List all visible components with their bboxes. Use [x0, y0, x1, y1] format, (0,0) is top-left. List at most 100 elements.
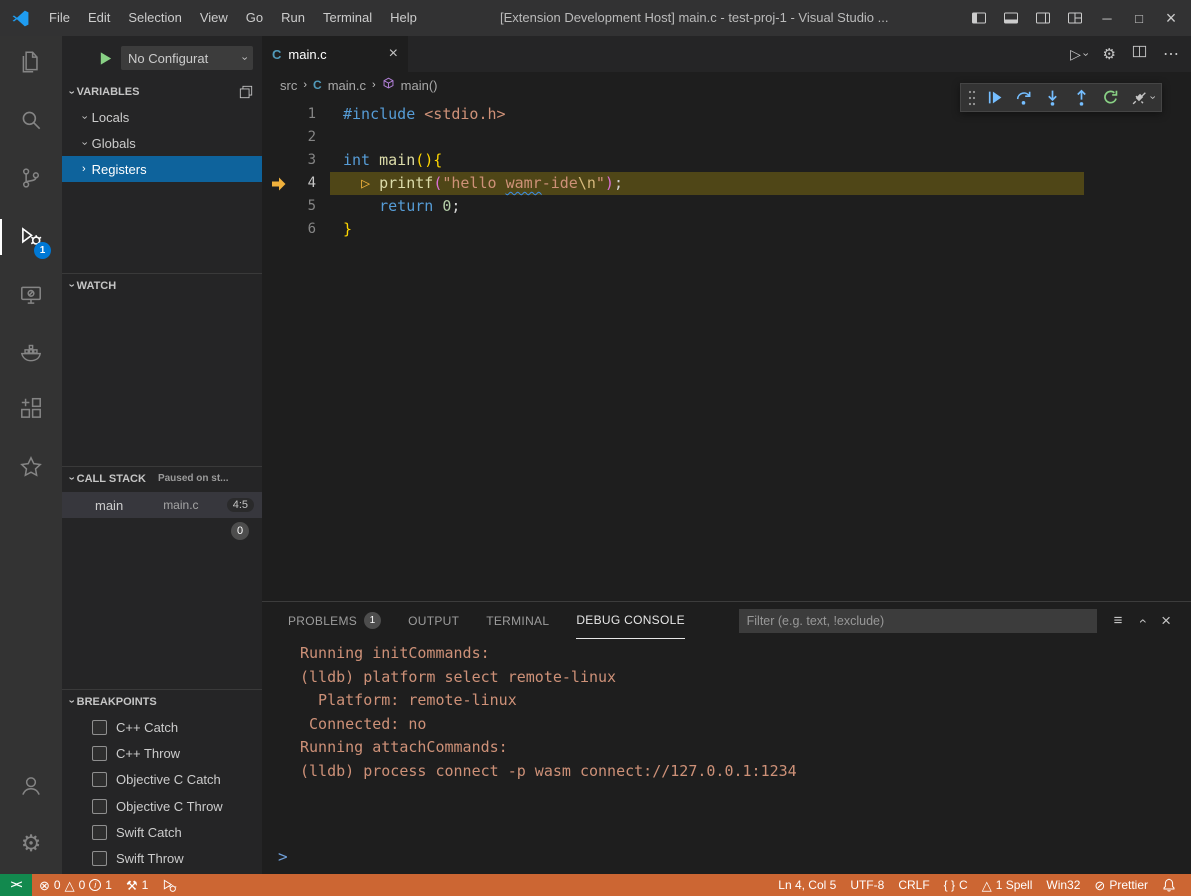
stack-frame-row[interactable]: main main.c 4:5 — [62, 492, 262, 518]
step-into-button[interactable] — [1038, 84, 1067, 111]
breakpoint-glyph-margin[interactable] — [262, 103, 296, 126]
tab-debug-console[interactable]: DEBUG CONSOLE — [576, 603, 685, 639]
debug-session-dropdown-icon[interactable]: › — [1146, 96, 1157, 100]
maximize-panel-icon[interactable]: › — [1135, 618, 1149, 623]
encoding-status[interactable]: UTF-8 — [843, 874, 891, 896]
menu-terminal[interactable]: Terminal — [314, 0, 381, 36]
activity-explorer[interactable] — [0, 38, 62, 86]
breakpoint-glyph-margin[interactable] — [262, 126, 296, 149]
variables-item-registers[interactable]: › Registers — [62, 156, 262, 182]
debug-console-prompt[interactable]: > — [278, 847, 288, 866]
menu-view[interactable]: View — [191, 0, 237, 36]
activity-extensions[interactable] — [0, 385, 62, 433]
breakpoint-item[interactable]: C++ Throw — [62, 740, 262, 766]
breakpoint-item[interactable]: Swift Throw — [62, 845, 262, 871]
breadcrumb-symbol[interactable]: main() — [401, 78, 438, 93]
language-mode[interactable]: { } C — [937, 874, 975, 896]
variables-item-locals[interactable]: › Locals — [62, 104, 262, 130]
code-text[interactable]: } — [316, 218, 352, 241]
menu-help[interactable]: Help — [381, 0, 426, 36]
variables-view-action-icon[interactable] — [239, 85, 253, 99]
code-line-2: 2 — [262, 126, 1191, 149]
problems-status[interactable]: ⊗ 0 △ 0 i 1 — [32, 874, 119, 896]
code-text[interactable]: #include <stdio.h> — [316, 103, 506, 126]
split-editor-icon[interactable] — [1132, 44, 1147, 64]
run-or-debug-button[interactable]: ▷ › — [1070, 46, 1086, 63]
tab-close-icon[interactable]: × — [389, 46, 398, 62]
breakpoints-section-header[interactable]: › BREAKPOINTS — [62, 689, 262, 713]
breakpoint-item[interactable]: Objective C Catch — [62, 767, 262, 793]
filter-icon[interactable]: ≡ — [1114, 613, 1123, 628]
breakpoint-glyph-margin[interactable] — [262, 195, 296, 218]
debug-config-dropdown[interactable]: No Configurat › — [121, 46, 253, 70]
tab-problems[interactable]: PROBLEMS 1 — [288, 603, 381, 639]
variables-section-header[interactable]: › VARIABLES — [62, 80, 262, 104]
breakpoint-glyph-margin[interactable] — [262, 149, 296, 172]
console-filter-input[interactable] — [739, 609, 1097, 633]
toolchain-status[interactable]: ⚒ 1 — [119, 874, 155, 896]
maximize-button[interactable]: □ — [1123, 0, 1155, 36]
close-button[interactable]: × — [1155, 0, 1187, 36]
drag-handle-icon[interactable] — [966, 89, 978, 107]
menu-run[interactable]: Run — [272, 0, 314, 36]
menu-selection[interactable]: Selection — [119, 0, 190, 36]
eol-status[interactable]: CRLF — [891, 874, 936, 896]
tab-output[interactable]: OUTPUT — [408, 603, 459, 639]
code-text[interactable]: ▷ printf("hello wamr-ide\n"); — [316, 172, 623, 195]
breakpoint-checkbox[interactable] — [92, 772, 107, 787]
activity-settings[interactable]: ⚙ — [0, 819, 62, 867]
code-line-3: 3int main(){ — [262, 149, 1191, 172]
breakpoint-checkbox[interactable] — [92, 851, 107, 866]
minimize-button[interactable]: ─ — [1091, 0, 1123, 36]
tab-main-c[interactable]: C main.c × — [262, 36, 408, 72]
cursor-position[interactable]: Ln 4, Col 5 — [771, 874, 843, 896]
spell-checker-status[interactable]: △ 1 Spell — [975, 874, 1040, 896]
breakpoint-item[interactable]: C++ Catch — [62, 714, 262, 740]
code-text[interactable]: return 0; — [316, 195, 460, 218]
restart-button[interactable] — [1096, 84, 1125, 111]
code-editor[interactable]: 1#include <stdio.h>23int main(){4 ▷ prin… — [262, 98, 1191, 241]
watch-section-header[interactable]: › WATCH — [62, 273, 262, 297]
debug-status[interactable] — [155, 874, 184, 896]
notifications-bell[interactable] — [1155, 874, 1183, 896]
tab-terminal[interactable]: TERMINAL — [486, 603, 549, 639]
breakpoint-item[interactable]: Objective C Throw — [62, 793, 262, 819]
debug-stackframe-arrow-icon[interactable] — [262, 172, 296, 195]
customize-layout-icon[interactable] — [1059, 0, 1091, 36]
breakpoint-checkbox[interactable] — [92, 799, 107, 814]
start-debugging-icon[interactable] — [98, 51, 113, 66]
editor-settings-gear-icon[interactable]: ⚙ — [1103, 45, 1116, 63]
breakpoint-item[interactable]: Swift Catch — [62, 819, 262, 845]
step-over-button[interactable] — [1009, 84, 1038, 111]
code-text[interactable] — [316, 126, 343, 149]
remote-indicator[interactable]: >< — [0, 874, 32, 896]
activity-accounts[interactable] — [0, 762, 62, 810]
activity-source-control[interactable] — [0, 154, 62, 202]
activity-run-and-debug[interactable]: 1 — [0, 213, 62, 261]
activity-docker[interactable] — [0, 328, 62, 376]
formatter-status[interactable]: ⊘ Prettier — [1087, 874, 1155, 896]
breadcrumb-folder[interactable]: src — [280, 78, 297, 93]
variables-item-globals[interactable]: › Globals — [62, 130, 262, 156]
menu-file[interactable]: File — [40, 0, 79, 36]
code-text[interactable]: int main(){ — [316, 149, 442, 172]
breadcrumb-file[interactable]: main.c — [328, 78, 366, 93]
activity-search[interactable] — [0, 96, 62, 144]
breakpoint-checkbox[interactable] — [92, 825, 107, 840]
close-panel-icon[interactable]: × — [1161, 612, 1171, 629]
activity-favorites[interactable] — [0, 443, 62, 491]
toggle-panel-icon[interactable] — [995, 0, 1027, 36]
continue-button[interactable] — [980, 84, 1009, 111]
toggle-primary-sidebar-icon[interactable] — [963, 0, 995, 36]
menu-edit[interactable]: Edit — [79, 0, 119, 36]
breakpoint-checkbox[interactable] — [92, 746, 107, 761]
activity-remote-explorer[interactable] — [0, 271, 62, 319]
platform-status[interactable]: Win32 — [1039, 874, 1087, 896]
more-actions-icon[interactable]: ⋯ — [1163, 44, 1179, 64]
menu-go[interactable]: Go — [237, 0, 272, 36]
toggle-secondary-sidebar-icon[interactable] — [1027, 0, 1059, 36]
step-out-button[interactable] — [1067, 84, 1096, 111]
breakpoint-glyph-margin[interactable] — [262, 218, 296, 241]
call-stack-section-header[interactable]: › CALL STACK Paused on st... — [62, 466, 262, 490]
breakpoint-checkbox[interactable] — [92, 720, 107, 735]
